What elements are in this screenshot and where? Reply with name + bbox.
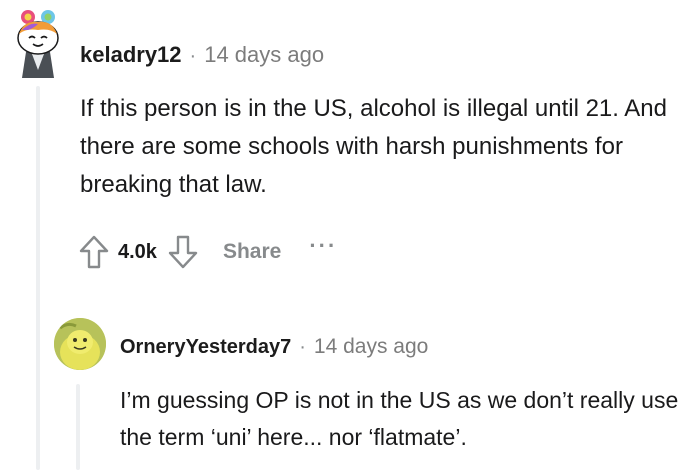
vote-score: 4.0k xyxy=(118,240,157,263)
username-link[interactable]: keladry12 xyxy=(80,42,182,68)
snoo-avatar-icon[interactable] xyxy=(10,8,66,80)
more-options-button[interactable]: ··· xyxy=(309,233,337,259)
profile-avatar-icon[interactable] xyxy=(54,318,106,370)
share-button[interactable]: Share xyxy=(223,240,281,264)
reply-timestamp[interactable]: 14 days ago xyxy=(314,335,428,359)
reply-thread-line[interactable] xyxy=(76,384,80,470)
thread-line[interactable] xyxy=(36,86,40,470)
comment-timestamp[interactable]: 14 days ago xyxy=(204,42,324,68)
comment-action-bar: 4.0k Share ··· xyxy=(76,230,337,274)
upvote-icon[interactable] xyxy=(76,232,112,272)
meta-separator: · xyxy=(189,45,197,67)
comment-meta: keladry12 · 14 days ago xyxy=(80,42,324,68)
meta-separator: · xyxy=(299,336,306,358)
comment-body: If this person is in the US, alcohol is … xyxy=(80,95,667,198)
reply-meta: OrneryYesterday7 · 14 days ago xyxy=(120,335,428,359)
downvote-icon[interactable] xyxy=(165,232,201,272)
reply-username-link[interactable]: OrneryYesterday7 xyxy=(120,336,291,359)
reply-body: I’m guessing OP is not in the US as we d… xyxy=(120,387,679,450)
